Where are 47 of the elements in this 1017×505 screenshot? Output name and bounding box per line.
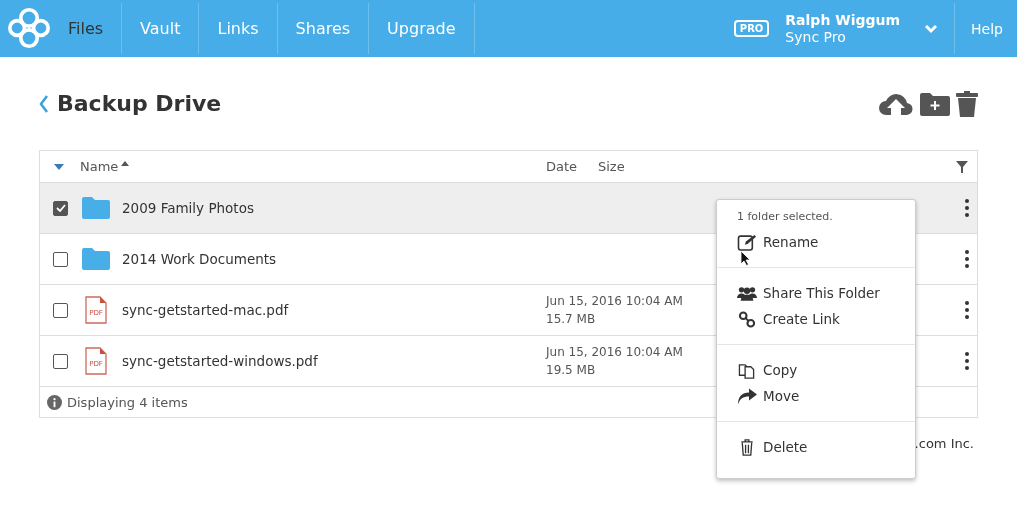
back-icon	[39, 94, 49, 113]
checkbox[interactable]	[53, 251, 68, 267]
checkbox[interactable]	[53, 302, 68, 318]
people-icon	[737, 284, 757, 302]
more-icon	[965, 352, 969, 370]
checkbox[interactable]	[53, 200, 68, 216]
menu-item[interactable]: Copy	[717, 357, 915, 383]
chain-link-icon	[737, 310, 757, 328]
folder-icon	[82, 197, 110, 219]
file-name[interactable]: 2014 Work Documents	[122, 251, 546, 267]
more-icon	[965, 250, 969, 268]
file-size: 15.7 MB	[546, 311, 596, 328]
pro-badge: PRO	[733, 20, 770, 37]
nav-tab[interactable]: Files	[68, 3, 123, 54]
page-title: Backup Drive	[57, 91, 222, 116]
checkbox[interactable]	[53, 353, 68, 369]
new-folder-icon	[920, 91, 950, 116]
check-icon	[55, 204, 66, 212]
column-header[interactable]: Date	[546, 159, 598, 174]
plan-name: Sync Pro	[785, 28, 847, 46]
column-header[interactable]: Name	[80, 159, 119, 174]
file-size: 19.5 MB	[546, 362, 596, 379]
copy-icon	[737, 361, 757, 379]
more-icon	[965, 199, 969, 217]
edit-icon	[737, 233, 757, 251]
file-date: Jun 15, 2016 10:04 AM	[546, 344, 683, 361]
menu-heading: 1 folder selected.	[736, 209, 834, 225]
forward-arrow-icon	[737, 387, 757, 405]
folder-icon	[82, 248, 110, 270]
menu-item[interactable]: Create Link	[717, 306, 915, 332]
filter-icon	[956, 160, 968, 173]
column-header[interactable]: Size	[598, 159, 625, 174]
file-name[interactable]: 2009 Family Photos	[122, 200, 546, 216]
status-text: Displaying 4 items	[67, 394, 188, 410]
file-name[interactable]: sync-getstarted-windows.pdf	[122, 353, 546, 369]
footer-text: .com Inc.	[914, 436, 974, 451]
trash-icon	[956, 90, 978, 117]
caret-down-icon	[54, 163, 64, 170]
menu-item[interactable]: Delete	[717, 434, 915, 460]
mouse-cursor-icon	[740, 250, 750, 266]
more-icon	[965, 301, 969, 319]
file-date: Jun 15, 2016 10:04 AM	[546, 293, 683, 310]
logo-icon	[6, 7, 52, 49]
info-icon	[47, 394, 62, 410]
chevron-down-icon	[924, 23, 939, 34]
sort-up-icon	[121, 161, 130, 166]
file-name[interactable]: sync-getstarted-mac.pdf	[122, 302, 546, 318]
